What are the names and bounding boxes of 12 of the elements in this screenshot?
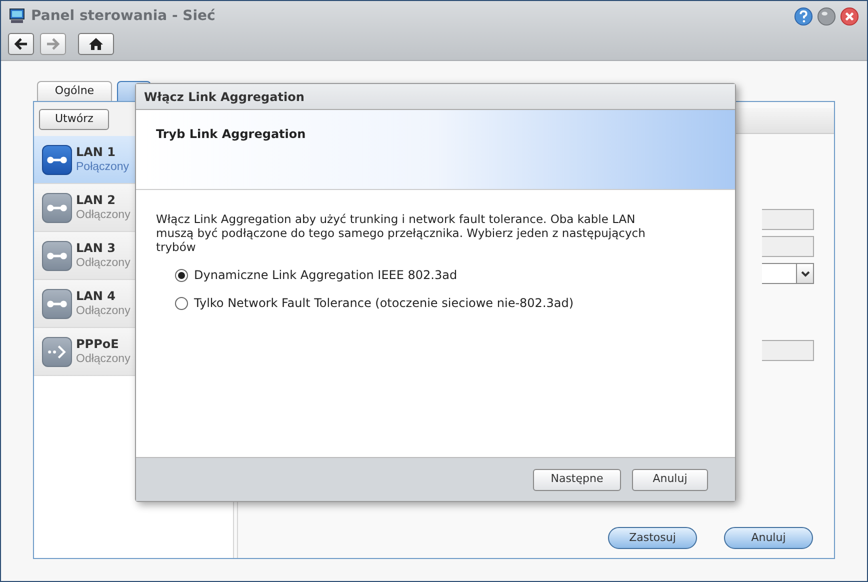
interface-status: Połączony bbox=[76, 160, 130, 174]
window-title: Panel sterowania - Sieć bbox=[31, 6, 216, 26]
interface-name: LAN 1 bbox=[76, 144, 117, 160]
interface-name: LAN 3 bbox=[76, 240, 117, 256]
interface-status: Odłączony bbox=[76, 304, 130, 318]
interface-status: Odłączony bbox=[76, 352, 130, 366]
interface-status: Odłączony bbox=[76, 208, 130, 222]
dialog-title: Włącz Link Aggregation bbox=[144, 88, 304, 106]
interface-name: PPPoE bbox=[76, 336, 120, 352]
interface-status: Odłączony bbox=[76, 256, 130, 270]
interface-name: LAN 4 bbox=[76, 288, 117, 304]
interface-name: LAN 2 bbox=[76, 192, 117, 208]
